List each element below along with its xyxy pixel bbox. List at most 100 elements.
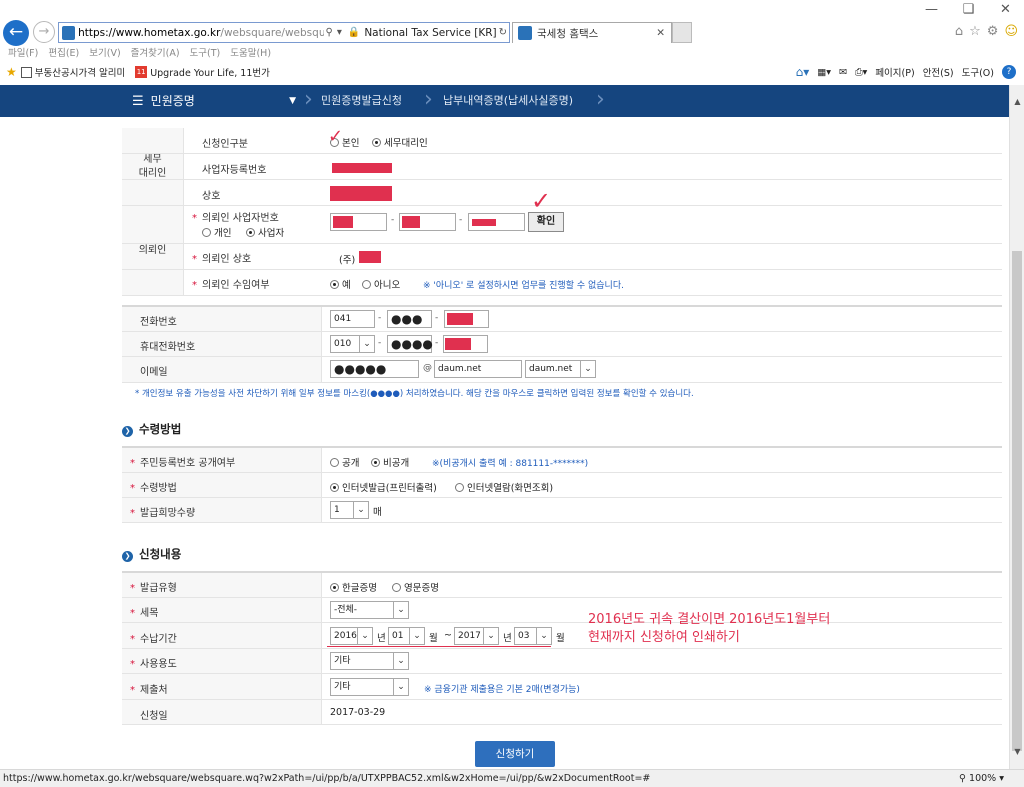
breadcrumb-separator-icon: › — [424, 87, 433, 112]
url-text[interactable]: https://www.hometax.go.kr/websquare/webs… — [78, 27, 323, 39]
lock-icon[interactable]: 🔒 — [348, 27, 360, 38]
mail-icon[interactable]: ✉ — [839, 67, 847, 78]
address-bar[interactable]: https://www.hometax.go.kr/websquare/webs… — [58, 22, 510, 43]
request-section-title-text: 신청내용 — [139, 547, 182, 561]
home-icon[interactable]: ⌂ — [955, 24, 963, 39]
quantity-select[interactable]: 1 ⌄ — [330, 501, 369, 519]
period-to-year-select[interactable]: 2017 ⌄ — [454, 627, 499, 645]
issue-english-radio[interactable]: 영문증명 — [392, 580, 439, 594]
tab-favicon-icon — [518, 26, 532, 40]
scroll-up-icon[interactable]: ▲ — [1010, 97, 1024, 106]
command-safety[interactable]: 안전(S) — [923, 65, 954, 79]
mobile-mid-input[interactable]: ●●●● — [387, 335, 433, 353]
client-consent-row: * 의뢰인 수임여부 예 아니오 ※ '아니오' 로 설정하시면 업무를 진행할 … — [122, 270, 1002, 296]
back-arrow-icon[interactable]: ← — [3, 20, 29, 46]
favorite-link-1[interactable]: 부동산공시가격 알리미 — [35, 65, 125, 79]
home-icon[interactable]: ⌂▾ — [796, 65, 810, 79]
vertical-scrollbar[interactable]: ▲ ▼ — [1009, 85, 1024, 769]
minimize-icon[interactable]: — — [913, 0, 950, 22]
required-mark-icon: * — [130, 659, 135, 670]
favorites-star-icon[interactable]: ★ — [6, 65, 17, 79]
breadcrumb-item-2[interactable]: 납부내역증명(납세사실증명) — [443, 85, 573, 117]
month-unit: 월 — [556, 633, 565, 644]
search-icon[interactable]: ⚲ — [326, 27, 333, 38]
forward-arrow-icon[interactable]: → — [33, 21, 55, 43]
mobile-prefix-value: 010 — [334, 339, 352, 349]
favorite-link-2[interactable]: Upgrade Your Life, 11번가 — [150, 65, 270, 79]
confirm-button[interactable]: 확인 — [528, 212, 564, 232]
submit-to-select[interactable]: 기타 ⌄ — [330, 678, 409, 696]
scroll-down-icon[interactable]: ▼ — [1010, 747, 1024, 756]
purpose-select[interactable]: 기타 ⌄ — [330, 652, 409, 670]
phone-area-input[interactable]: 041 — [330, 310, 375, 328]
agent-biz-no-row: 사업자등록번호 — [122, 154, 1002, 180]
redacted-block — [330, 186, 392, 201]
receive-view-radio[interactable]: 인터넷열람(화면조회) — [455, 480, 553, 494]
menu-tools[interactable]: 도구(T) — [190, 45, 221, 59]
dash-separator: - — [435, 338, 439, 348]
close-icon[interactable]: ✕ — [987, 0, 1024, 22]
tab-close-icon[interactable]: ✕ — [656, 27, 665, 39]
phone-row: 전화번호 041 - ●●● - — [122, 307, 1002, 332]
menu-favorites[interactable]: 즐겨찾기(A) — [131, 45, 180, 59]
client-biz-no-label: * 의뢰인 사업자번호 — [192, 209, 279, 224]
radio-icon — [330, 458, 339, 467]
menu-edit[interactable]: 편집(E) — [48, 45, 79, 59]
chevron-down-icon[interactable]: ▾ — [337, 27, 342, 38]
redacted-block — [445, 338, 471, 350]
breadcrumb-item-1[interactable]: 민원증명발급신청 — [321, 85, 402, 117]
command-tools[interactable]: 도구(O) — [962, 65, 994, 79]
gear-icon[interactable]: ⚙ — [987, 24, 999, 39]
rrn-note: ※(비공개시 출력 예 : 881111-*******) — [432, 459, 589, 469]
browser-tab[interactable]: 국세청 홈택스 ✕ — [512, 22, 672, 43]
window-controls: — ❑ ✕ — [913, 0, 1024, 22]
menu-help[interactable]: 도움말(H) — [230, 45, 271, 59]
mobile-prefix-select[interactable]: 010 ⌄ — [330, 335, 375, 353]
menu-file[interactable]: 파일(F) — [8, 45, 38, 59]
email-id-input[interactable]: ●●●●● — [330, 360, 419, 378]
restore-icon[interactable]: ❑ — [950, 0, 987, 22]
help-icon[interactable]: ? — [1002, 65, 1016, 79]
submit-request-button[interactable]: 신청하기 — [475, 741, 555, 767]
menu-view[interactable]: 보기(V) — [89, 45, 120, 59]
period-to-month-value: 03 — [518, 631, 530, 641]
period-from-month-select[interactable]: 01 ⌄ — [388, 627, 425, 645]
zoom-level[interactable]: ⚲ 100% ▾ — [959, 770, 1004, 787]
submit-to-value: 기타 — [334, 682, 351, 692]
email-domain-select[interactable]: daum.net ⌄ — [525, 360, 596, 378]
print-icon[interactable]: ⎙▾ — [855, 67, 867, 78]
tax-item-select[interactable]: -전체- ⌄ — [330, 601, 409, 619]
rss-icon[interactable]: ▦▾ — [817, 67, 831, 78]
certificate-label[interactable]: National Tax Service [KR] — [364, 27, 496, 39]
rrn-disclose-radio[interactable]: 공개 — [330, 455, 359, 469]
agent-type-agent-radio[interactable]: 세무대리인 — [372, 135, 428, 149]
browser-chrome: — ❑ ✕ ← → https://www.hometax.go.kr/webs… — [0, 0, 1024, 85]
feedback-smiley-icon[interactable]: ☺ — [1004, 24, 1018, 39]
rrn-hide-radio[interactable]: 비공개 — [371, 455, 409, 469]
client-kind-business-radio[interactable]: 사업자 — [246, 225, 284, 239]
chevron-down-icon: ▼ — [289, 96, 296, 106]
required-mark-icon: * — [192, 280, 197, 291]
command-page[interactable]: 페이지(P) — [875, 65, 914, 79]
client-consent-label-text: 의뢰인 수임여부 — [202, 280, 270, 291]
client-consent-note: ※ '아니오' 로 설정하시면 업무를 진행할 수 없습니다. — [423, 281, 624, 291]
client-consent-no-radio[interactable]: 아니오 — [362, 277, 400, 291]
period-from-year-select[interactable]: 2016 ⌄ — [330, 627, 373, 645]
new-tab-button[interactable] — [672, 22, 692, 43]
issue-korean-radio[interactable]: 한글증명 — [330, 580, 377, 594]
receive-print-radio[interactable]: 인터넷발급(프린터출력) — [330, 480, 437, 494]
client-consent-yes-radio[interactable]: 예 — [330, 277, 351, 291]
scroll-thumb[interactable] — [1012, 251, 1022, 751]
favorites-star-icon[interactable]: ☆ — [969, 24, 981, 39]
phone-mid-input[interactable]: ●●● — [387, 310, 432, 328]
email-domain-input[interactable]: daum.net — [434, 360, 522, 378]
refresh-icon[interactable]: ↻ — [499, 27, 507, 38]
dash-separator: - — [391, 215, 395, 225]
client-kind-individual-label: 개인 — [214, 228, 232, 239]
client-kind-individual-radio[interactable]: 개인 — [202, 225, 231, 239]
site-menu-button[interactable]: ☰ 민원증명 ▼ — [122, 85, 306, 117]
status-bar: https://www.hometax.go.kr/websquare/webs… — [0, 769, 1024, 787]
required-mark-icon: * — [130, 634, 135, 645]
redacted-block — [359, 251, 381, 263]
period-to-month-select[interactable]: 03 ⌄ — [514, 627, 552, 645]
